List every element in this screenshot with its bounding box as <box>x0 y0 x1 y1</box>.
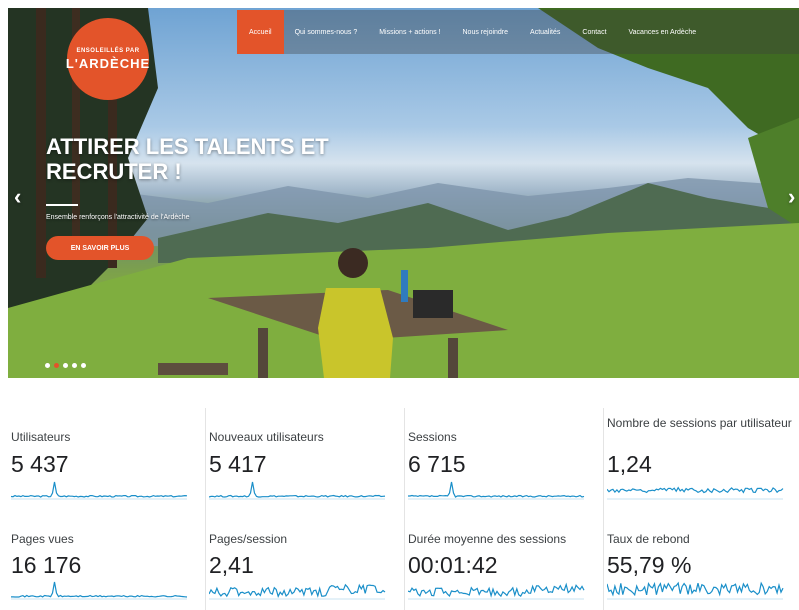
sparkline-path <box>408 582 585 598</box>
slider-dot[interactable] <box>54 363 59 368</box>
sparkline-path <box>209 481 386 498</box>
metric-value: 6 715 <box>408 451 466 477</box>
metric-value: 2,41 <box>209 552 254 578</box>
sparkline-path <box>607 581 784 597</box>
metric-card-sessions[interactable]: Sessions 6 715 <box>405 408 604 512</box>
hero-slider: ENSOLEILLÉS PAR L'ARDÈCHE Accueil Qui so… <box>8 8 799 378</box>
sparkline-path <box>408 481 585 498</box>
logo-name: L'ARDÈCHE <box>65 55 151 71</box>
slider-dot[interactable] <box>63 363 68 368</box>
metric-sparkline <box>408 582 585 600</box>
metric-card-sessions-par-utilisateur[interactable]: Nombre de sessions par utilisateur 1,24 <box>604 408 799 512</box>
brand-logo[interactable]: ENSOLEILLÉS PAR L'ARDÈCHE <box>65 18 151 100</box>
logo-tagline: ENSOLEILLÉS PAR <box>76 47 140 54</box>
metric-value: 5 417 <box>209 451 267 477</box>
slider-prev-arrow-icon[interactable]: ‹ <box>14 184 21 210</box>
en-savoir-plus-button[interactable]: EN SAVOIR PLUS <box>46 236 154 260</box>
metric-sparkline <box>607 486 784 500</box>
nav-item-qui-sommes-nous[interactable]: Qui sommes-nous ? <box>284 10 369 54</box>
metric-card-taux-de-rebond[interactable]: Taux de rebond 55,79 % <box>604 512 799 610</box>
metric-value: 55,79 % <box>607 552 692 578</box>
hero-title: ATTIRER LES TALENTS ET RECRUTER ! <box>46 134 329 184</box>
hero-divider <box>46 204 78 206</box>
slider-dot[interactable] <box>45 363 50 368</box>
metric-label: Taux de rebond <box>607 532 690 546</box>
metric-label: Nombre de sessions par utilisateur <box>607 416 792 430</box>
metric-sparkline <box>11 581 188 600</box>
metric-value: 16 176 <box>11 552 82 578</box>
sparkline-path <box>209 583 386 598</box>
nav-item-nous-rejoindre[interactable]: Nous rejoindre <box>452 10 520 54</box>
nav-item-missions[interactable]: Missions + actions ! <box>368 10 451 54</box>
nav-item-actualites[interactable]: Actualités <box>519 10 571 54</box>
analytics-summary: Utilisateurs 5 437 Nouveaux utilisateurs… <box>8 408 799 610</box>
sparkline-path <box>607 486 784 494</box>
metric-card-pages-session[interactable]: Pages/session 2,41 <box>206 512 405 610</box>
sparkline-path <box>11 581 188 598</box>
metric-sparkline <box>607 581 784 600</box>
metric-value: 5 437 <box>11 451 69 477</box>
slider-dot[interactable] <box>72 363 77 368</box>
metric-value: 1,24 <box>607 451 652 477</box>
metric-card-nouveaux-utilisateurs[interactable]: Nouveaux utilisateurs 5 417 <box>206 408 405 512</box>
metric-sparkline <box>209 481 386 500</box>
slider-dot[interactable] <box>81 363 86 368</box>
metric-label: Durée moyenne des sessions <box>408 532 567 546</box>
metric-label: Utilisateurs <box>11 430 71 444</box>
nav-item-vacances[interactable]: Vacances en Ardèche <box>618 10 708 54</box>
slider-pagination <box>45 363 86 368</box>
nav-item-accueil[interactable]: Accueil <box>237 10 284 54</box>
metric-card-pages-vues[interactable]: Pages vues 16 176 <box>8 512 206 610</box>
metric-sparkline <box>408 481 585 500</box>
metric-label: Sessions <box>408 430 457 444</box>
main-nav: Accueil Qui sommes-nous ? Missions + act… <box>237 10 799 54</box>
nav-item-contact[interactable]: Contact <box>571 10 617 54</box>
sparkline-path <box>11 481 188 498</box>
metric-card-duree-moyenne[interactable]: Durée moyenne des sessions 00:01:42 <box>405 512 604 610</box>
hero-subtitle: Ensemble renforçons l'attractivité de l'… <box>46 214 190 221</box>
metric-label: Pages vues <box>11 532 74 546</box>
metric-sparkline <box>209 583 386 600</box>
metric-value: 00:01:42 <box>408 552 498 578</box>
slider-next-arrow-icon[interactable]: › <box>788 184 795 210</box>
metric-label: Nouveaux utilisateurs <box>209 430 324 444</box>
metric-label: Pages/session <box>209 532 288 546</box>
metric-sparkline <box>11 481 188 500</box>
metric-card-utilisateurs[interactable]: Utilisateurs 5 437 <box>8 408 206 512</box>
